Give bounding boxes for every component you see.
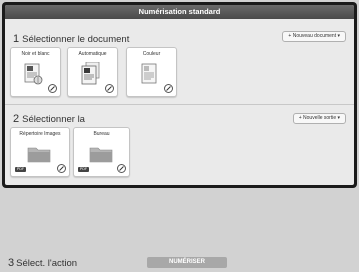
section-title: 2 Sélectionner la: [13, 113, 85, 125]
bw-document-icon: [24, 63, 43, 85]
edit-pencil-icon[interactable]: [48, 84, 57, 93]
select-action-title: 3 Sélect. l'action: [8, 257, 77, 269]
edit-pencil-icon[interactable]: [164, 84, 173, 93]
edit-pencil-icon[interactable]: [57, 164, 66, 173]
format-badge: PDF: [78, 167, 89, 172]
scan-panel: Numérisation standard 1 Sélectionner le d…: [5, 5, 354, 185]
edit-pencil-icon[interactable]: [105, 84, 114, 93]
section-title: 1 Sélectionner le document: [13, 33, 129, 45]
section-label: Sélect. l'action: [16, 258, 78, 269]
document-card-bw[interactable]: Noir et blanc: [10, 47, 61, 97]
card-label: Répertoire Images: [19, 131, 61, 137]
scan-dialog: Numérisation standard 1 Sélectionner le d…: [2, 2, 357, 188]
card-label: Couleur: [142, 51, 161, 57]
section-number: 1: [13, 33, 20, 45]
window-title: Numérisation standard: [5, 5, 354, 19]
card-label: Bureau: [93, 131, 110, 137]
card-label: Automatique: [78, 51, 107, 57]
auto-document-icon: [81, 62, 100, 85]
section-number: 2: [13, 113, 20, 125]
section-label: Sélectionner la: [22, 114, 85, 125]
new-document-button[interactable]: + Nouveau document ▾: [282, 31, 346, 42]
select-document-section: 1 Sélectionner le document + Nouveau docu…: [5, 19, 354, 104]
section-number: 3: [8, 257, 15, 269]
card-label: Noir et blanc: [21, 51, 50, 57]
new-output-button[interactable]: + Nouvelle sortie ▾: [292, 113, 346, 124]
edit-pencil-icon[interactable]: [117, 164, 126, 173]
document-card-auto[interactable]: Automatique: [67, 47, 118, 97]
scan-button[interactable]: NUMÉRISER: [147, 257, 227, 268]
format-badge: PDF: [15, 167, 26, 172]
folder-icon: [27, 147, 51, 163]
section-label: Sélectionner le document: [22, 34, 130, 45]
output-card-desktop[interactable]: Bureau PDF: [73, 127, 130, 177]
select-output-section: 2 Sélectionner la + Nouvelle sortie ▾ Rép…: [5, 104, 354, 185]
output-card-images[interactable]: Répertoire Images PDF: [10, 127, 70, 177]
document-card-color[interactable]: Couleur: [126, 47, 177, 97]
color-document-icon: [141, 63, 157, 84]
folder-icon: [89, 147, 113, 163]
